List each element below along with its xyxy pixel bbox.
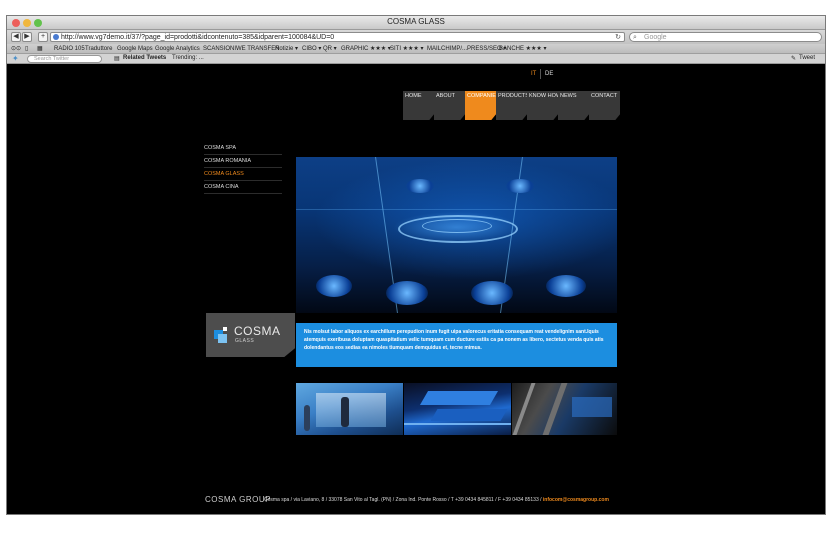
cosma-glass-logo: COSMA GLASS bbox=[206, 313, 295, 357]
bookmark-item[interactable]: Google Analytics bbox=[155, 45, 200, 53]
reload-icon[interactable]: ↻ bbox=[615, 33, 621, 41]
sidebar-item-cosma-cina[interactable]: COSMA CINA bbox=[204, 184, 282, 194]
nav-tab-contact[interactable]: CONTACT bbox=[589, 91, 620, 120]
tweets-icon: ▤ bbox=[114, 56, 120, 62]
trending-label[interactable]: Trending: ... bbox=[172, 55, 204, 61]
bookmark-item[interactable]: BANCHE ★★★ ▾ bbox=[499, 45, 547, 53]
logo-word: COSMA bbox=[234, 324, 281, 338]
twitter-toolbar: ✦ Search Twitter ▤ Related Tweets Trendi… bbox=[7, 54, 825, 64]
bookmark-item[interactable]: WE TRANSFER bbox=[236, 45, 280, 53]
footer-cosma-group-logo: COSMA GROUP bbox=[205, 495, 271, 504]
sidebar-item-cosma-romania[interactable]: COSMA ROMANIA bbox=[204, 158, 282, 168]
gallery-thumbnail-office[interactable] bbox=[296, 383, 403, 435]
bookmark-item[interactable]: GRAPHIC ★★★ ▾ bbox=[341, 45, 391, 53]
navigation-bar: ◀ ▶ + http://www.vg7demo.it/37/?page_id=… bbox=[7, 30, 825, 44]
forward-button[interactable]: ▶ bbox=[22, 32, 32, 42]
language-divider bbox=[540, 69, 541, 79]
web-page: IT DE HOME ABOUT COMPANIES PRODUCTS KNOW… bbox=[7, 65, 825, 514]
twitter-bird-icon[interactable]: ✦ bbox=[12, 54, 19, 63]
sidebar-item-cosma-glass[interactable]: COSMA GLASS bbox=[204, 171, 282, 181]
bookmark-item[interactable]: CIBO ▾ bbox=[302, 45, 321, 53]
company-description: Nis molsut labor aliquos ex earchillum p… bbox=[296, 323, 617, 367]
globe-icon bbox=[53, 34, 59, 40]
nav-tab-about[interactable]: ABOUT bbox=[434, 91, 465, 120]
bookmarks-book-icon[interactable]: ▯ bbox=[25, 45, 28, 53]
tweet-button[interactable]: Tweet bbox=[799, 55, 815, 61]
gallery-thumbnail-machine[interactable] bbox=[512, 383, 617, 435]
top-sites-icon[interactable]: ▦ bbox=[37, 45, 43, 53]
hero-image-glass-machinery bbox=[296, 157, 617, 313]
bookmark-item[interactable]: RADIO 105 bbox=[54, 45, 85, 53]
bookmark-item[interactable]: MAILCHIMP/...PRESS/SEO ▾ bbox=[427, 45, 506, 53]
google-search-field[interactable]: ⌕ Google bbox=[629, 32, 822, 42]
footer-email-link[interactable]: infocom@cosmagroup.com bbox=[543, 497, 609, 503]
cosma-logo-icon bbox=[214, 327, 227, 343]
address-url: http://www.vg7demo.it/37/?page_id=prodot… bbox=[61, 34, 335, 41]
nav-tab-home[interactable]: HOME bbox=[403, 91, 434, 120]
footer-contact-info: Cosma spa / via Laviano, 8 / 33078 San V… bbox=[264, 497, 609, 503]
related-tweets-button[interactable]: Related Tweets bbox=[123, 55, 166, 61]
language-de-link[interactable]: DE bbox=[545, 71, 553, 77]
footer-address: Cosma spa / via Laviano, 8 / 33078 San V… bbox=[264, 497, 542, 503]
nav-tab-news[interactable]: NEWS bbox=[558, 91, 589, 120]
title-bar: COSMA GLASS bbox=[7, 16, 825, 30]
browser-window: COSMA GLASS ◀ ▶ + http://www.vg7demo.it/… bbox=[6, 15, 826, 515]
nav-tab-products[interactable]: PRODUCTS bbox=[496, 91, 527, 120]
back-button[interactable]: ◀ bbox=[11, 32, 21, 42]
address-bar[interactable]: http://www.vg7demo.it/37/?page_id=prodot… bbox=[50, 32, 625, 42]
sidebar-item-cosma-spa[interactable]: COSMA SPA bbox=[204, 145, 282, 155]
bookmark-item[interactable]: Traduttore bbox=[85, 45, 112, 53]
bookmarks-bar: ⊙⊙ ▯ ▦ RADIO 105 Traduttore Google Maps … bbox=[7, 44, 825, 54]
google-search-placeholder: Google bbox=[644, 34, 667, 41]
twitter-search-placeholder: Search Twitter bbox=[34, 56, 70, 62]
logo-subtitle: GLASS bbox=[235, 338, 255, 344]
bookmark-item[interactable]: SCANSIONI bbox=[203, 45, 236, 53]
nav-tab-companies[interactable]: COMPANIES bbox=[465, 91, 496, 120]
bookmark-item[interactable]: Notizie ▾ bbox=[275, 45, 298, 53]
bookmark-item[interactable]: Google Maps bbox=[117, 45, 153, 53]
bookmark-item[interactable]: SITI ★★★ ▾ bbox=[390, 45, 423, 53]
language-it-link[interactable]: IT bbox=[531, 71, 536, 77]
twitter-search-input[interactable]: Search Twitter bbox=[27, 55, 102, 63]
nav-tab-know-how[interactable]: KNOW HOW bbox=[527, 91, 558, 120]
reading-list-icon[interactable]: ⊙⊙ bbox=[11, 45, 21, 53]
bookmark-item[interactable]: QR ▾ bbox=[323, 45, 337, 53]
window-title: COSMA GLASS bbox=[387, 17, 445, 26]
tweet-icon: ✎ bbox=[791, 56, 797, 62]
add-bookmark-button[interactable]: + bbox=[38, 32, 48, 42]
gallery-thumbnail-glass-line[interactable] bbox=[404, 383, 511, 435]
search-icon: ⌕ bbox=[633, 34, 637, 41]
